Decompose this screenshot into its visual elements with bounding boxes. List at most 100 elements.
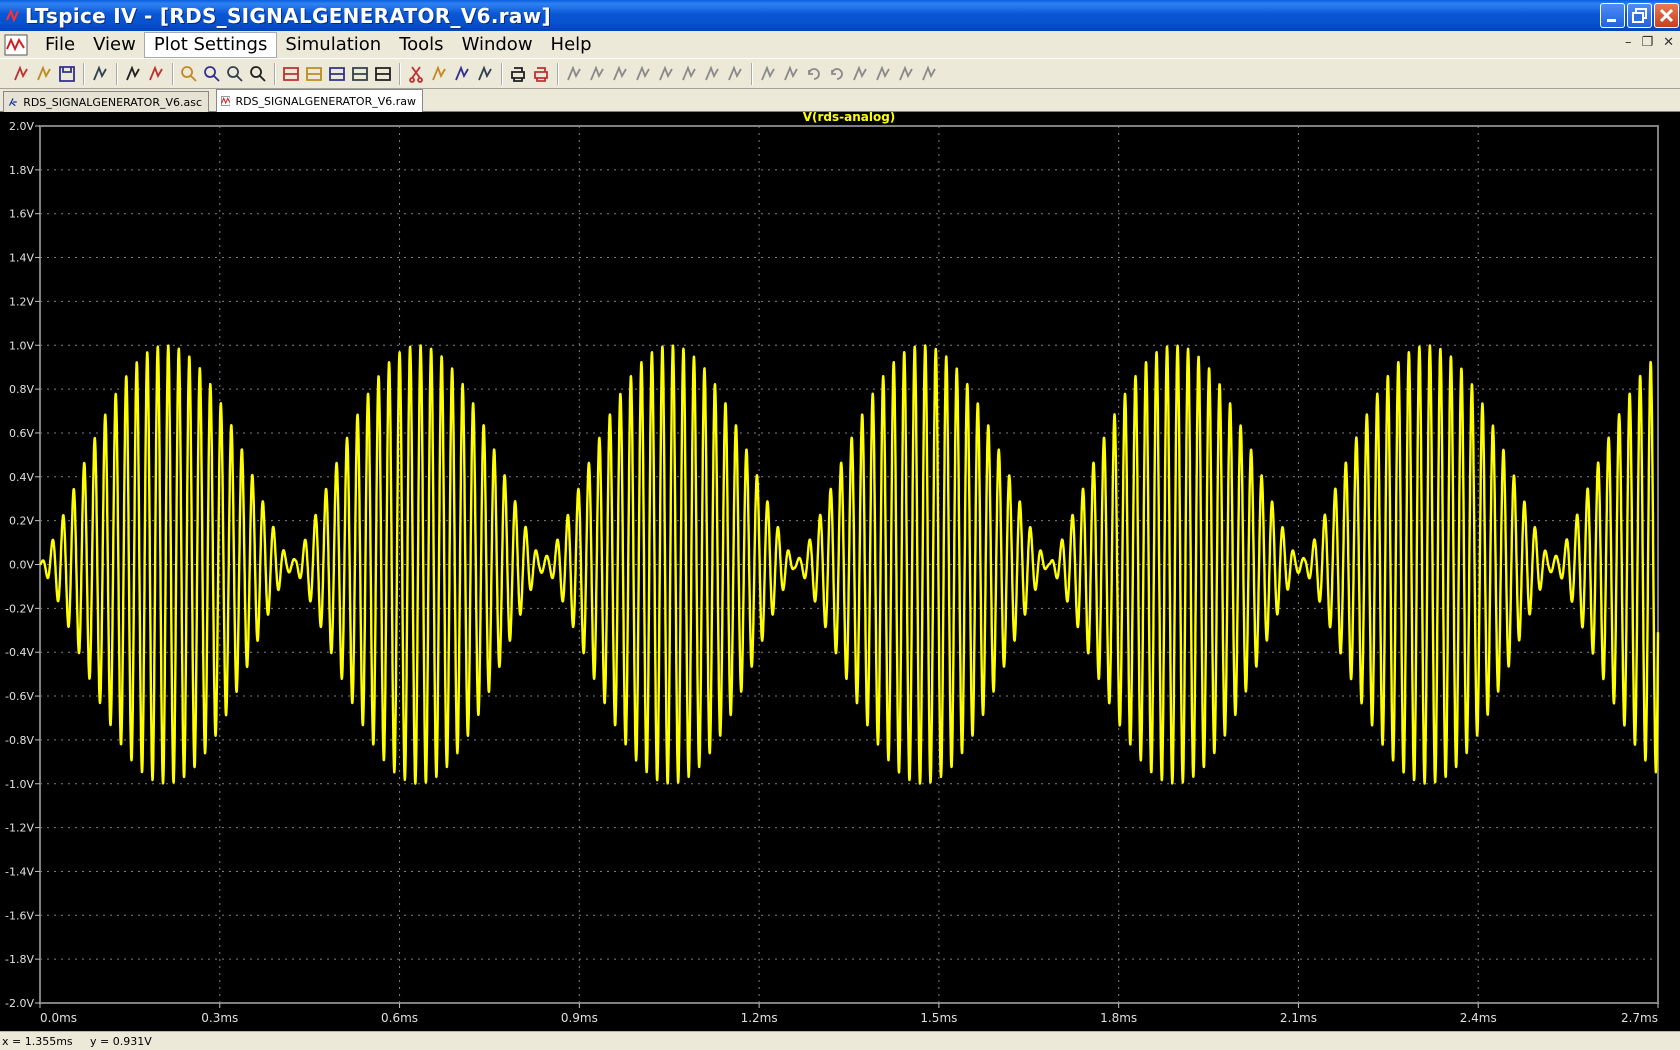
waveform-plot[interactable]: 2.0V 1.8V 1.6V 1.4V 1.2V 1.0V 0.8V 0.6V 0.4V 0.2V… <box>0 112 1680 1031</box>
mdi-minimize-button[interactable]: – <box>1625 35 1632 50</box>
y-tick-label: -0.6V <box>5 690 34 703</box>
zoom-area-icon <box>181 65 197 82</box>
wire-icon <box>567 65 581 80</box>
manual-limits-icon <box>306 66 322 81</box>
find-icon <box>478 65 492 80</box>
component-button[interactable] <box>724 63 746 85</box>
zoom-fit-button[interactable] <box>247 63 269 85</box>
mdi-close-button[interactable]: ✕ <box>1663 35 1674 50</box>
ground-button[interactable] <box>586 63 608 85</box>
move-icon <box>761 65 775 80</box>
cursor-y-readout: y = 0.931V <box>90 1034 152 1048</box>
cursor-x-readout: x = 1.355ms <box>2 1034 73 1048</box>
control-panel-button[interactable] <box>89 63 111 85</box>
y-tick-label: 0.0V <box>9 559 34 572</box>
find-button[interactable] <box>474 63 496 85</box>
zoom-area-button[interactable] <box>178 63 200 85</box>
y-tick-label: 1.2V <box>9 295 34 308</box>
window-title: LTspice IV - [RDS_SIGNALGENERATOR_V6.raw… <box>25 3 551 28</box>
zoom-out-button[interactable] <box>224 63 246 85</box>
save-icon <box>59 65 75 82</box>
copy-button[interactable] <box>428 63 450 85</box>
drag-button[interactable] <box>780 63 802 85</box>
rotate-button[interactable] <box>849 63 871 85</box>
new-schematic-icon <box>14 65 28 80</box>
waveform-doc-icon[interactable] <box>4 34 28 56</box>
y-tick-label: -1.8V <box>5 953 34 966</box>
trace-label[interactable]: V(rds-analog) <box>803 112 896 124</box>
zoom-fit-icon <box>250 65 266 82</box>
menu-view[interactable]: View <box>84 33 145 57</box>
y-tick-label: -1.6V <box>5 909 34 922</box>
open-button[interactable] <box>33 63 55 85</box>
print-preview-button[interactable] <box>507 63 529 85</box>
menu-simulation[interactable]: Simulation <box>276 33 390 57</box>
x-tick-label: 0.6ms <box>381 1011 418 1025</box>
menu-file[interactable]: File <box>36 33 84 57</box>
print-preview-icon <box>511 66 525 82</box>
run-button[interactable] <box>122 63 144 85</box>
toolbar <box>0 58 1680 89</box>
menu-help[interactable]: Help <box>542 33 601 57</box>
y-tick-label: -0.8V <box>5 734 34 747</box>
run-icon <box>126 65 140 80</box>
wire-button[interactable] <box>563 63 585 85</box>
manual-limits-button[interactable] <box>303 63 325 85</box>
halt-icon <box>149 65 163 80</box>
mirror-button[interactable] <box>872 63 894 85</box>
copy-icon <box>432 65 446 80</box>
text-button[interactable] <box>895 63 917 85</box>
resistor-icon <box>636 65 650 80</box>
new-schematic-button[interactable] <box>10 63 32 85</box>
label-button[interactable] <box>609 63 631 85</box>
inductor-button[interactable] <box>678 63 700 85</box>
undo-button[interactable] <box>803 63 825 85</box>
move-button[interactable] <box>757 63 779 85</box>
close-icon <box>1659 8 1674 23</box>
autorange-icon <box>283 66 299 81</box>
ground-icon <box>590 65 604 80</box>
tile-vertical-icon <box>375 66 391 81</box>
diode-icon <box>705 65 719 80</box>
capacitor-button[interactable] <box>655 63 677 85</box>
close-button[interactable] <box>1654 3 1679 28</box>
y-tick-label: -1.0V <box>5 778 34 791</box>
diode-button[interactable] <box>701 63 723 85</box>
y-tick-label: 1.4V <box>9 252 34 265</box>
spice-directive-button[interactable] <box>918 63 940 85</box>
save-button[interactable] <box>56 63 78 85</box>
zoom-in-button[interactable] <box>201 63 223 85</box>
trace-line-v-rds-analog[interactable] <box>39 344 1660 785</box>
resistor-button[interactable] <box>632 63 654 85</box>
mirror-icon <box>876 65 890 80</box>
toolbar-separator <box>172 62 174 85</box>
minimize-button[interactable] <box>1600 3 1625 28</box>
menu-window[interactable]: Window <box>453 33 542 57</box>
y-tick-label: -2.0V <box>5 997 34 1010</box>
x-tick-label: 1.5ms <box>920 1011 957 1025</box>
title-bar[interactable]: LTspice IV - [RDS_SIGNALGENERATOR_V6.raw… <box>0 0 1680 31</box>
menu-tools[interactable]: Tools <box>390 33 452 57</box>
tab-waveform[interactable]: RDS_SIGNALGENERATOR_V6.raw <box>216 89 423 112</box>
tile-vertical-button[interactable] <box>372 63 394 85</box>
tile-horizontal-button[interactable] <box>326 63 348 85</box>
cut-button[interactable] <box>405 63 427 85</box>
schematic-icon <box>8 98 17 107</box>
halt-button[interactable] <box>145 63 167 85</box>
paste-button[interactable] <box>451 63 473 85</box>
autorange-button[interactable] <box>280 63 302 85</box>
menu-plot-settings[interactable]: Plot Settings <box>143 31 278 58</box>
mdi-controls: – ❐ ✕ <box>1625 35 1674 50</box>
menu-bar: File View Plot Settings Simulation Tools… <box>0 31 1680 58</box>
restore-button[interactable] <box>1627 3 1652 28</box>
tab-schematic[interactable]: RDS_SIGNALGENERATOR_V6.asc <box>3 91 209 112</box>
redo-button[interactable] <box>826 63 848 85</box>
print-button[interactable] <box>530 63 552 85</box>
cascade-button[interactable] <box>349 63 371 85</box>
waveform-plot-pane[interactable]: 2.0V 1.8V 1.6V 1.4V 1.2V 1.0V 0.8V 0.6V 0.4V 0.2V… <box>0 112 1680 1031</box>
mdi-restore-button[interactable]: ❐ <box>1641 35 1653 50</box>
status-bar: x = 1.355ms y = 0.931V <box>0 1031 1680 1050</box>
x-tick-label: 0.9ms <box>561 1011 598 1025</box>
y-tick-label: 1.6V <box>9 208 34 221</box>
cut-icon <box>409 65 423 83</box>
